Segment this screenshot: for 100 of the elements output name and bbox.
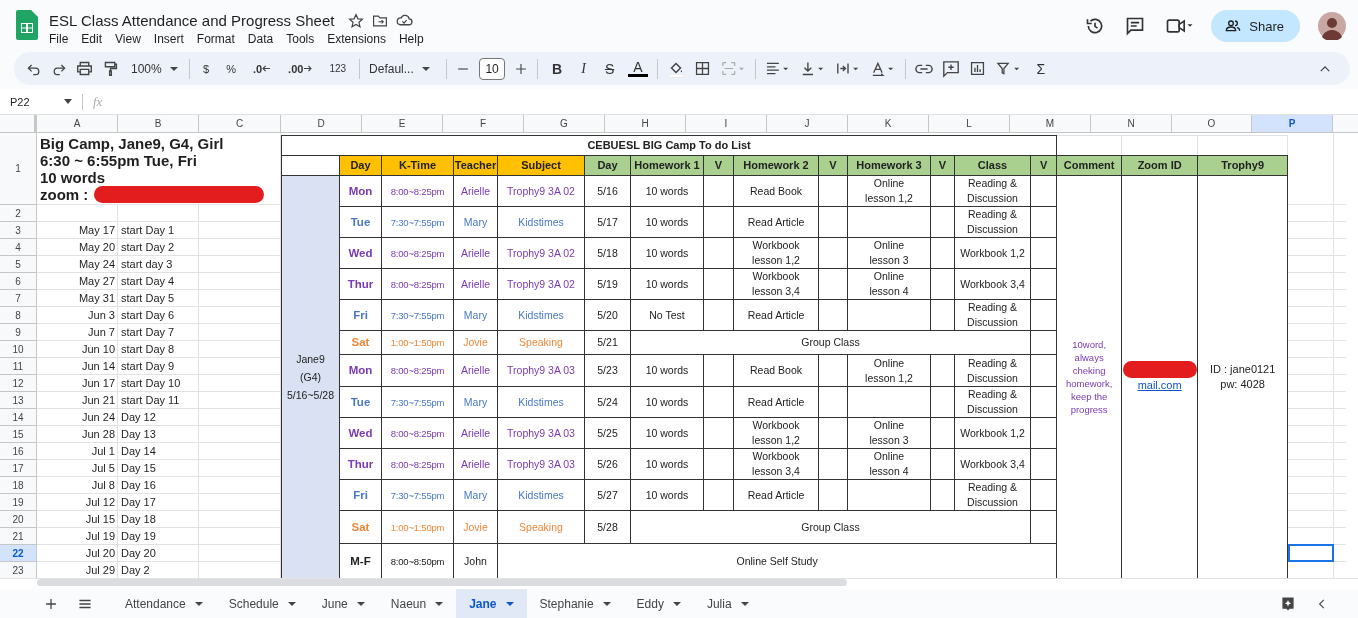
row-header[interactable]: 5	[0, 256, 37, 273]
table-cell: May 27	[78, 275, 115, 287]
avatar[interactable]	[1318, 12, 1346, 40]
sheet-tab[interactable]: Stephanie	[526, 589, 624, 618]
add-sheet-icon[interactable]	[44, 596, 58, 611]
menu-item[interactable]: View	[115, 32, 147, 46]
column-header[interactable]: M	[1010, 115, 1091, 132]
selected-cell[interactable]	[1288, 544, 1335, 562]
column-header[interactable]: C	[199, 115, 281, 132]
row-header[interactable]: 3	[0, 222, 37, 239]
email-link[interactable]: mail.com	[1137, 379, 1182, 391]
row-header[interactable]: 17	[0, 460, 37, 477]
column-header[interactable]: F	[443, 115, 524, 132]
menu-item[interactable]: Insert	[153, 32, 190, 46]
comment-icon[interactable]	[1125, 16, 1146, 36]
column-header[interactable]: A	[37, 115, 118, 132]
column-header[interactable]: K	[848, 115, 929, 132]
column-header[interactable]: D	[281, 115, 362, 132]
row-header[interactable]: 14	[0, 409, 37, 426]
star-icon[interactable]	[348, 12, 365, 29]
column-header[interactable]: B	[118, 115, 199, 132]
row-header[interactable]: 4	[0, 239, 37, 256]
number-format-button[interactable]: 123	[325, 63, 351, 74]
menu-item[interactable]: Edit	[81, 32, 109, 46]
table-cell: May 20	[78, 241, 115, 253]
italic-button[interactable]: I	[576, 60, 591, 77]
menu-item[interactable]: Format	[196, 32, 241, 46]
increase-decimal-button[interactable]: .00	[284, 62, 317, 75]
zoom-dropdown[interactable]: 100%	[128, 61, 180, 76]
row-header[interactable]: 12	[0, 375, 37, 392]
print-icon[interactable]	[76, 60, 93, 77]
row-header[interactable]: 7	[0, 290, 37, 307]
chart-icon[interactable]	[968, 60, 986, 77]
font-dropdown[interactable]: Defaul...	[369, 61, 438, 76]
explore-icon[interactable]	[1280, 595, 1296, 612]
column-header[interactable]: P	[1252, 115, 1333, 132]
column-header[interactable]: E	[362, 115, 443, 132]
currency-button[interactable]: $	[199, 62, 214, 75]
row-header[interactable]: 1	[0, 133, 37, 205]
row-header[interactable]: 20	[0, 511, 37, 528]
table-cell: 8:00~8:25pm	[381, 354, 454, 387]
column-header[interactable]: I	[686, 115, 767, 132]
menu-item[interactable]: Help	[398, 32, 430, 46]
row-header[interactable]: 23	[0, 562, 37, 578]
bold-button[interactable]: B	[547, 60, 568, 77]
table-cell: 5/26	[584, 448, 631, 480]
column-header[interactable]: J	[767, 115, 848, 132]
sheet-tab[interactable]: Jane	[456, 589, 527, 618]
menu-item[interactable]: Data	[247, 32, 280, 46]
row-header[interactable]: 11	[0, 358, 37, 375]
strikethrough-button[interactable]: S	[599, 60, 620, 77]
sheet-tab[interactable]: Attendance	[112, 589, 216, 618]
column-header[interactable]: H	[605, 115, 686, 132]
row-header[interactable]: 13	[0, 392, 37, 409]
table-cell: Jovie	[453, 510, 498, 544]
decrease-decimal-button[interactable]: .0	[248, 62, 276, 75]
table-cell: 5/21	[584, 330, 631, 355]
table-cell: Mon	[339, 175, 382, 207]
row-header[interactable]: 9	[0, 324, 37, 341]
percent-button[interactable]: %	[222, 62, 240, 75]
caret-icon[interactable]	[64, 99, 72, 104]
menu-item[interactable]: Extensions	[327, 32, 392, 46]
horizontal-scrollbar[interactable]	[37, 579, 847, 586]
sheets-logo[interactable]	[16, 10, 38, 40]
sheet-tab[interactable]: Julia	[693, 589, 762, 618]
table-cell: Jul 15	[85, 513, 115, 525]
row-header[interactable]: 16	[0, 443, 37, 460]
row-header[interactable]: 10	[0, 341, 37, 358]
document-title[interactable]: ESL Class Attendance and Progress Sheet	[49, 12, 335, 29]
sheet-tab[interactable]: June	[308, 589, 378, 618]
borders-icon[interactable]	[693, 60, 711, 77]
share-button[interactable]: Share	[1211, 10, 1300, 42]
menu-item[interactable]: Tools	[286, 32, 321, 46]
row-header[interactable]: 8	[0, 307, 37, 324]
text-color-button[interactable]: A	[628, 60, 648, 77]
row-header[interactable]: 21	[0, 528, 37, 545]
arrow-icon	[262, 65, 272, 72]
table-cell: Online lesson 4	[869, 450, 909, 477]
table-cell: Mary	[453, 386, 498, 418]
font-size-field[interactable]: 10	[479, 57, 506, 80]
sheet-tab[interactable]: Eddy	[623, 589, 694, 618]
table-cell: Jun 7	[88, 326, 115, 338]
row-header[interactable]: 18	[0, 477, 37, 494]
column-header[interactable]: L	[929, 115, 1010, 132]
functions-button[interactable]: Σ	[1031, 60, 1051, 77]
sheet-tab[interactable]: Schedule	[215, 589, 309, 618]
row-header[interactable]: 2	[0, 205, 37, 222]
name-box[interactable]: P22	[10, 95, 64, 108]
plus-icon[interactable]	[514, 61, 529, 76]
column-header[interactable]: G	[524, 115, 605, 132]
row-header[interactable]: 22	[0, 545, 37, 562]
table-cell: Kidstimes	[497, 479, 585, 511]
add-comment-icon[interactable]	[941, 59, 960, 78]
row-header[interactable]: 19	[0, 494, 37, 511]
sheet-tab[interactable]: Naeun	[377, 589, 457, 618]
row-header[interactable]: 6	[0, 273, 37, 290]
menu-item[interactable]: File	[49, 32, 75, 46]
row-header[interactable]: 15	[0, 426, 37, 443]
column-header[interactable]: N	[1091, 115, 1172, 132]
paint-format-icon[interactable]	[102, 60, 119, 77]
